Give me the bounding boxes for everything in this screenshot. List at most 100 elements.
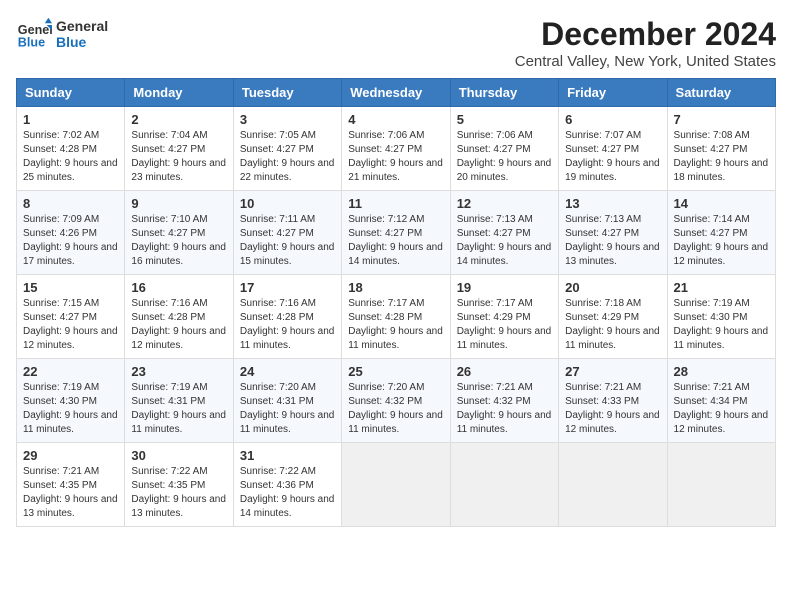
week-row-5: 29 Sunrise: 7:21 AMSunset: 4:35 PMDaylig… xyxy=(17,443,776,527)
day-info: Sunrise: 7:08 AMSunset: 4:27 PMDaylight:… xyxy=(674,130,769,183)
day-info: Sunrise: 7:12 AMSunset: 4:27 PMDaylight:… xyxy=(348,214,443,267)
weekday-header-monday: Monday xyxy=(125,79,233,107)
day-number: 7 xyxy=(674,112,769,127)
day-cell: 1 Sunrise: 7:02 AMSunset: 4:28 PMDayligh… xyxy=(17,107,125,191)
day-info: Sunrise: 7:05 AMSunset: 4:27 PMDaylight:… xyxy=(240,130,335,183)
title-area: December 2024 Central Valley, New York, … xyxy=(515,16,776,70)
day-number: 9 xyxy=(131,196,226,211)
day-info: Sunrise: 7:21 AMSunset: 4:32 PMDaylight:… xyxy=(457,382,552,435)
day-number: 13 xyxy=(565,196,660,211)
day-info: Sunrise: 7:07 AMSunset: 4:27 PMDaylight:… xyxy=(565,130,660,183)
day-info: Sunrise: 7:19 AMSunset: 4:31 PMDaylight:… xyxy=(131,382,226,435)
day-number: 2 xyxy=(131,112,226,127)
day-number: 4 xyxy=(348,112,443,127)
day-cell xyxy=(667,443,775,527)
day-cell: 15 Sunrise: 7:15 AMSunset: 4:27 PMDaylig… xyxy=(17,275,125,359)
day-number: 14 xyxy=(674,196,769,211)
day-info: Sunrise: 7:19 AMSunset: 4:30 PMDaylight:… xyxy=(23,382,118,435)
day-cell: 5 Sunrise: 7:06 AMSunset: 4:27 PMDayligh… xyxy=(450,107,558,191)
day-number: 19 xyxy=(457,280,552,295)
day-cell: 24 Sunrise: 7:20 AMSunset: 4:31 PMDaylig… xyxy=(233,359,341,443)
day-cell: 2 Sunrise: 7:04 AMSunset: 4:27 PMDayligh… xyxy=(125,107,233,191)
day-number: 12 xyxy=(457,196,552,211)
day-cell: 4 Sunrise: 7:06 AMSunset: 4:27 PMDayligh… xyxy=(342,107,450,191)
day-info: Sunrise: 7:02 AMSunset: 4:28 PMDaylight:… xyxy=(23,130,118,183)
day-number: 30 xyxy=(131,448,226,463)
day-cell: 21 Sunrise: 7:19 AMSunset: 4:30 PMDaylig… xyxy=(667,275,775,359)
day-cell: 28 Sunrise: 7:21 AMSunset: 4:34 PMDaylig… xyxy=(667,359,775,443)
day-info: Sunrise: 7:13 AMSunset: 4:27 PMDaylight:… xyxy=(457,214,552,267)
day-number: 20 xyxy=(565,280,660,295)
week-row-1: 1 Sunrise: 7:02 AMSunset: 4:28 PMDayligh… xyxy=(17,107,776,191)
day-number: 6 xyxy=(565,112,660,127)
day-number: 31 xyxy=(240,448,335,463)
day-number: 5 xyxy=(457,112,552,127)
day-cell: 27 Sunrise: 7:21 AMSunset: 4:33 PMDaylig… xyxy=(559,359,667,443)
day-info: Sunrise: 7:20 AMSunset: 4:31 PMDaylight:… xyxy=(240,382,335,435)
day-cell xyxy=(559,443,667,527)
calendar: SundayMondayTuesdayWednesdayThursdayFrid… xyxy=(16,78,776,527)
day-cell: 3 Sunrise: 7:05 AMSunset: 4:27 PMDayligh… xyxy=(233,107,341,191)
logo: General Blue General Blue xyxy=(16,16,108,52)
day-cell: 7 Sunrise: 7:08 AMSunset: 4:27 PMDayligh… xyxy=(667,107,775,191)
day-cell: 8 Sunrise: 7:09 AMSunset: 4:26 PMDayligh… xyxy=(17,191,125,275)
day-number: 21 xyxy=(674,280,769,295)
month-title: December 2024 xyxy=(515,16,776,53)
day-number: 23 xyxy=(131,364,226,379)
day-cell: 14 Sunrise: 7:14 AMSunset: 4:27 PMDaylig… xyxy=(667,191,775,275)
weekday-header-saturday: Saturday xyxy=(667,79,775,107)
day-cell xyxy=(450,443,558,527)
logo-icon: General Blue xyxy=(16,16,52,52)
day-cell: 13 Sunrise: 7:13 AMSunset: 4:27 PMDaylig… xyxy=(559,191,667,275)
day-cell: 11 Sunrise: 7:12 AMSunset: 4:27 PMDaylig… xyxy=(342,191,450,275)
day-number: 15 xyxy=(23,280,118,295)
day-info: Sunrise: 7:04 AMSunset: 4:27 PMDaylight:… xyxy=(131,130,226,183)
day-cell: 29 Sunrise: 7:21 AMSunset: 4:35 PMDaylig… xyxy=(17,443,125,527)
day-cell: 10 Sunrise: 7:11 AMSunset: 4:27 PMDaylig… xyxy=(233,191,341,275)
day-info: Sunrise: 7:17 AMSunset: 4:28 PMDaylight:… xyxy=(348,298,443,351)
day-number: 18 xyxy=(348,280,443,295)
day-info: Sunrise: 7:22 AMSunset: 4:35 PMDaylight:… xyxy=(131,466,226,519)
day-number: 10 xyxy=(240,196,335,211)
day-number: 26 xyxy=(457,364,552,379)
weekday-header-friday: Friday xyxy=(559,79,667,107)
day-info: Sunrise: 7:22 AMSunset: 4:36 PMDaylight:… xyxy=(240,466,335,519)
day-number: 1 xyxy=(23,112,118,127)
day-cell: 25 Sunrise: 7:20 AMSunset: 4:32 PMDaylig… xyxy=(342,359,450,443)
day-info: Sunrise: 7:11 AMSunset: 4:27 PMDaylight:… xyxy=(240,214,335,267)
weekday-header-sunday: Sunday xyxy=(17,79,125,107)
day-number: 3 xyxy=(240,112,335,127)
day-cell: 30 Sunrise: 7:22 AMSunset: 4:35 PMDaylig… xyxy=(125,443,233,527)
weekday-header-thursday: Thursday xyxy=(450,79,558,107)
day-number: 8 xyxy=(23,196,118,211)
day-cell: 22 Sunrise: 7:19 AMSunset: 4:30 PMDaylig… xyxy=(17,359,125,443)
day-info: Sunrise: 7:13 AMSunset: 4:27 PMDaylight:… xyxy=(565,214,660,267)
day-info: Sunrise: 7:21 AMSunset: 4:35 PMDaylight:… xyxy=(23,466,118,519)
day-cell: 18 Sunrise: 7:17 AMSunset: 4:28 PMDaylig… xyxy=(342,275,450,359)
logo-line2: Blue xyxy=(56,34,108,50)
day-info: Sunrise: 7:14 AMSunset: 4:27 PMDaylight:… xyxy=(674,214,769,267)
day-info: Sunrise: 7:16 AMSunset: 4:28 PMDaylight:… xyxy=(131,298,226,351)
day-info: Sunrise: 7:16 AMSunset: 4:28 PMDaylight:… xyxy=(240,298,335,351)
week-row-2: 8 Sunrise: 7:09 AMSunset: 4:26 PMDayligh… xyxy=(17,191,776,275)
weekday-header-wednesday: Wednesday xyxy=(342,79,450,107)
day-cell: 31 Sunrise: 7:22 AMSunset: 4:36 PMDaylig… xyxy=(233,443,341,527)
day-info: Sunrise: 7:18 AMSunset: 4:29 PMDaylight:… xyxy=(565,298,660,351)
day-info: Sunrise: 7:21 AMSunset: 4:33 PMDaylight:… xyxy=(565,382,660,435)
day-number: 28 xyxy=(674,364,769,379)
day-number: 25 xyxy=(348,364,443,379)
day-number: 11 xyxy=(348,196,443,211)
day-info: Sunrise: 7:21 AMSunset: 4:34 PMDaylight:… xyxy=(674,382,769,435)
header: General Blue General Blue December 2024 … xyxy=(16,16,776,70)
day-cell: 6 Sunrise: 7:07 AMSunset: 4:27 PMDayligh… xyxy=(559,107,667,191)
week-row-3: 15 Sunrise: 7:15 AMSunset: 4:27 PMDaylig… xyxy=(17,275,776,359)
day-number: 16 xyxy=(131,280,226,295)
location-title: Central Valley, New York, United States xyxy=(515,53,776,70)
weekday-header-row: SundayMondayTuesdayWednesdayThursdayFrid… xyxy=(17,79,776,107)
day-cell: 20 Sunrise: 7:18 AMSunset: 4:29 PMDaylig… xyxy=(559,275,667,359)
day-cell: 9 Sunrise: 7:10 AMSunset: 4:27 PMDayligh… xyxy=(125,191,233,275)
svg-text:Blue: Blue xyxy=(18,36,45,50)
day-number: 29 xyxy=(23,448,118,463)
day-info: Sunrise: 7:20 AMSunset: 4:32 PMDaylight:… xyxy=(348,382,443,435)
week-row-4: 22 Sunrise: 7:19 AMSunset: 4:30 PMDaylig… xyxy=(17,359,776,443)
